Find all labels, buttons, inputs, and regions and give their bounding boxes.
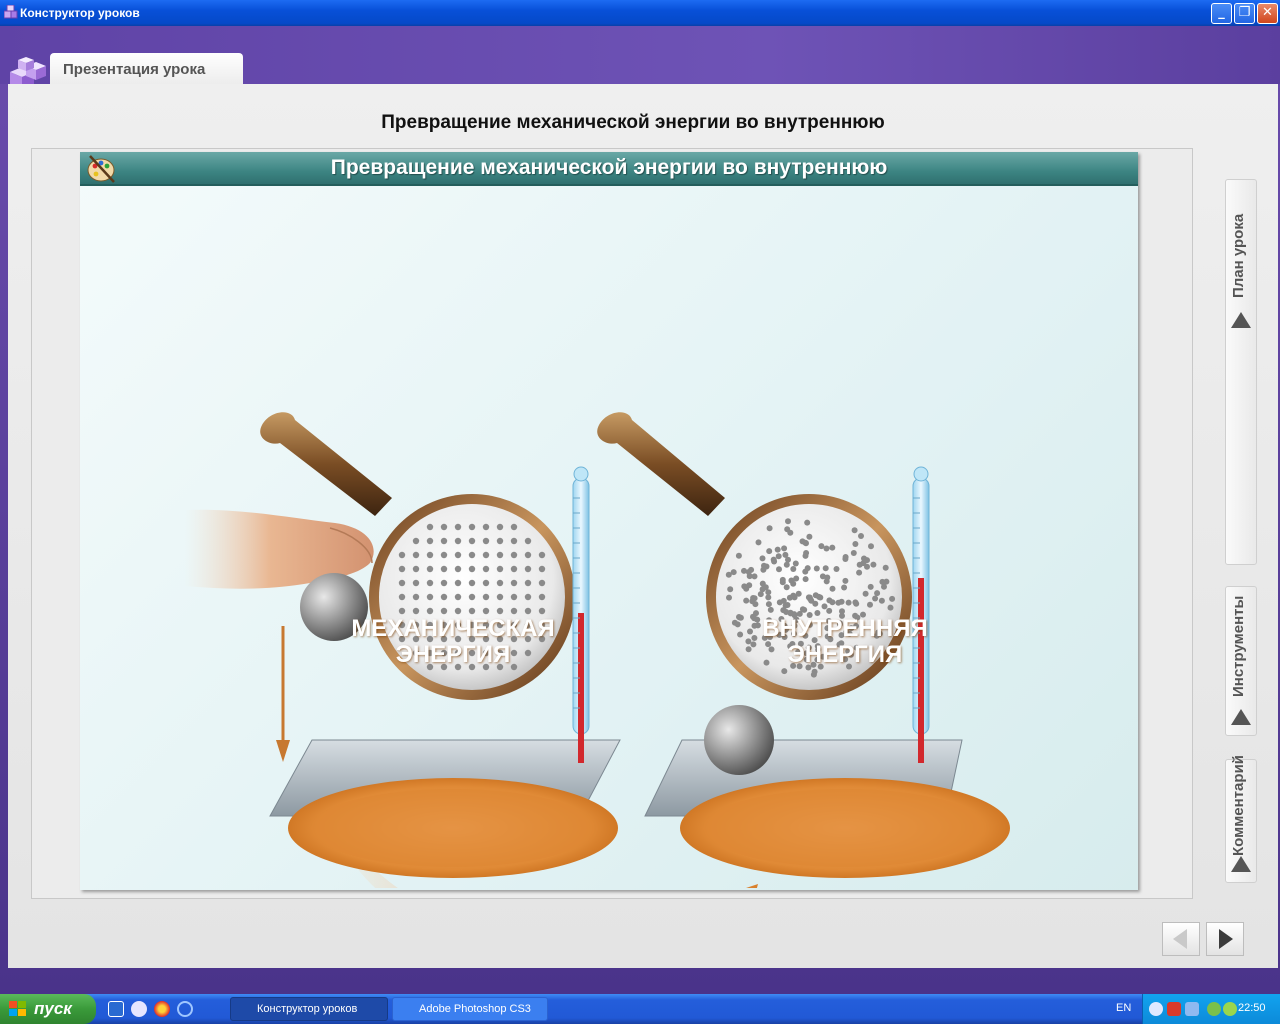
task-photoshop-label: Adobe Photoshop CS3 [419, 1003, 531, 1015]
side-tab-comment[interactable]: Комментарий [1225, 755, 1257, 883]
tray-back-icon[interactable] [1149, 1002, 1163, 1016]
media-app-icon[interactable] [154, 1001, 170, 1017]
side-tab-lesson-plan[interactable]: План урока [1225, 179, 1257, 565]
slide-container: Превращение механической энергии во внут… [31, 148, 1193, 899]
slide: Превращение механической энергии во внут… [80, 152, 1138, 890]
expand-arrow-icon [1231, 856, 1251, 872]
arrow-left-icon [1173, 929, 1187, 949]
energy-illustration [185, 412, 1010, 888]
security-icon[interactable] [1207, 1002, 1221, 1016]
expand-arrow-icon [1231, 709, 1251, 725]
show-desktop-icon[interactable] [108, 1001, 124, 1017]
side-tab-tools[interactable]: Инструменты [1225, 586, 1257, 736]
network-icon[interactable] [1185, 1002, 1199, 1016]
side-tab-comment-label: Комментарий [1230, 754, 1247, 856]
window-title: Конструктор уроков [20, 6, 140, 20]
app-cubes-icon [4, 5, 18, 19]
maximize-button[interactable]: ❐ [1234, 3, 1255, 24]
internal-energy-label: ВНУТРЕННЯЯ ЭНЕРГИЯ [715, 616, 975, 668]
task-lesson-constructor[interactable]: Конструктор уроков [230, 997, 388, 1021]
minimize-button[interactable]: _ [1211, 3, 1232, 24]
workspace: Превращение механической энергии во внут… [8, 84, 1278, 968]
ie-browser-icon[interactable] [131, 1001, 147, 1017]
previous-slide-button[interactable] [1162, 922, 1200, 956]
taskbar: пуск Конструктор уроков Adobe Photoshop … [0, 994, 1280, 1024]
mechanical-energy-line2: ЭНЕРГИЯ [395, 641, 511, 668]
slide-title: Превращение механической энергии во внут… [330, 156, 888, 179]
task-photoshop[interactable]: Adobe Photoshop CS3 [392, 997, 548, 1021]
antivirus-icon[interactable] [1167, 1002, 1181, 1016]
expand-arrow-icon [1231, 312, 1251, 328]
mechanical-energy-label: МЕХАНИЧЕСКАЯ ЭНЕРГИЯ [323, 616, 583, 668]
start-button[interactable]: пуск [0, 994, 96, 1024]
side-tab-lesson-plan-label: План урока [1230, 213, 1247, 298]
start-label: пуск [34, 999, 72, 1018]
close-button[interactable]: ✕ [1257, 3, 1278, 24]
language-indicator[interactable]: EN [1116, 1002, 1131, 1014]
slide-header: Превращение механической энергии во внут… [80, 152, 1138, 186]
arrow-right-icon [1219, 929, 1233, 949]
app-frame: Презентация урока Превращение механическ… [0, 26, 1280, 994]
window-titlebar: Конструктор уроков _ ❐ ✕ [0, 0, 1280, 26]
mechanical-energy-line1: МЕХАНИЧЕСКАЯ [351, 615, 555, 642]
next-slide-button[interactable] [1206, 922, 1244, 956]
side-tab-tools-label: Инструменты [1230, 595, 1247, 697]
search-icon[interactable] [177, 1001, 193, 1017]
internal-energy-line1: ВНУТРЕННЯЯ [762, 615, 928, 642]
windows-logo-icon [9, 1001, 26, 1016]
clock: 22:50 [1238, 1002, 1266, 1014]
tab-presentation[interactable]: Презентация урока [50, 53, 243, 85]
task-lesson-constructor-label: Конструктор уроков [257, 1003, 358, 1015]
internal-energy-line2: ЭНЕРГИЯ [787, 641, 903, 668]
lesson-title: Превращение механической энергии во внут… [381, 112, 885, 133]
update-icon[interactable] [1223, 1002, 1237, 1016]
